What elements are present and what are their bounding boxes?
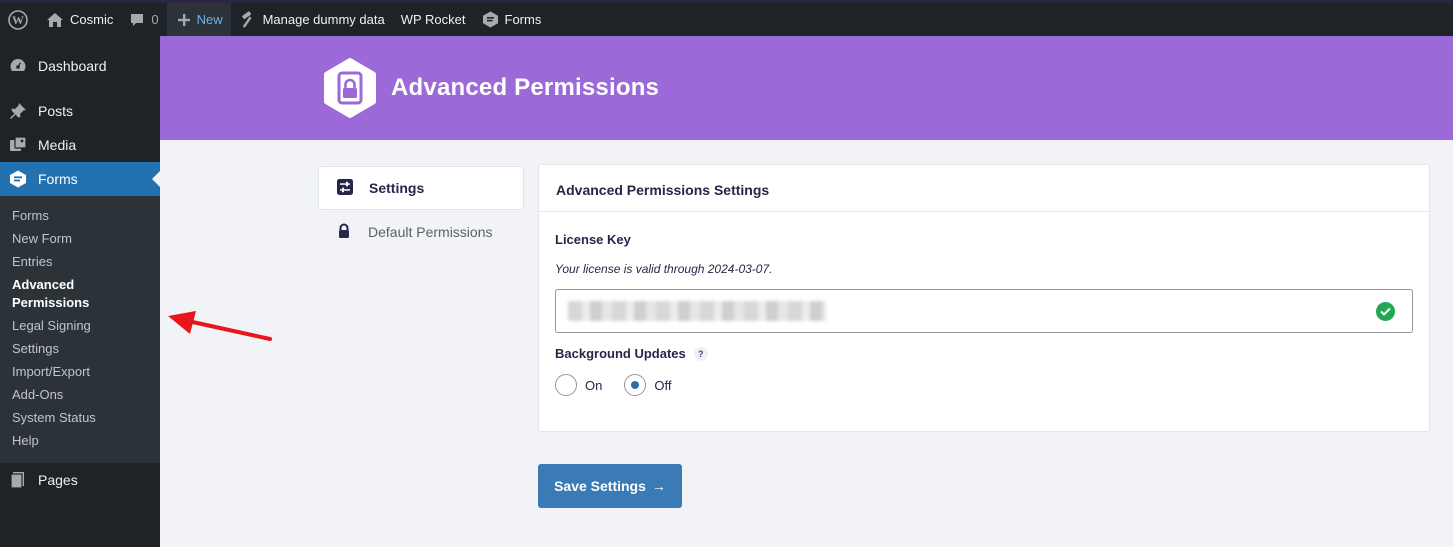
arrow-right-icon: → bbox=[651, 478, 666, 494]
radio-on-label[interactable]: On bbox=[585, 378, 602, 393]
save-settings-label: Save Settings bbox=[554, 478, 646, 494]
site-name-link[interactable]: Cosmic bbox=[38, 3, 121, 36]
radio-on[interactable] bbox=[555, 374, 577, 396]
radio-off[interactable] bbox=[624, 374, 647, 396]
sidebar-item-dashboard[interactable]: Dashboard bbox=[0, 49, 160, 83]
plugin-header: Advanced Permissions bbox=[160, 36, 1453, 140]
svg-text:W: W bbox=[12, 13, 24, 27]
sliders-icon bbox=[337, 178, 353, 198]
license-key-label: License Key bbox=[555, 232, 631, 247]
submenu-settings[interactable]: Settings bbox=[0, 340, 160, 358]
check-circle-icon bbox=[1376, 302, 1395, 321]
comments-count: 0 bbox=[151, 12, 159, 27]
advanced-permissions-logo bbox=[320, 58, 380, 118]
new-label: New bbox=[196, 12, 223, 27]
background-updates-text: Background Updates bbox=[555, 346, 686, 361]
sidebar-item-pages-label: Pages bbox=[38, 472, 78, 488]
sidebar-item-media[interactable]: Media bbox=[0, 128, 160, 162]
wp-logo-menu[interactable]: W bbox=[0, 3, 38, 36]
forms-icon bbox=[8, 169, 28, 189]
license-key-input[interactable] bbox=[555, 289, 1413, 333]
submenu-new-form[interactable]: New Form bbox=[0, 230, 160, 248]
tab-default-permissions-label: Default Permissions bbox=[368, 224, 493, 240]
hammer-icon bbox=[239, 10, 257, 29]
wordpress-icon: W bbox=[8, 9, 28, 30]
site-name: Cosmic bbox=[70, 12, 114, 27]
lock-icon bbox=[336, 223, 352, 242]
wprocket-label: WP Rocket bbox=[400, 12, 466, 27]
settings-panel: Advanced Permissions Settings License Ke… bbox=[538, 164, 1430, 432]
tab-settings-label: Settings bbox=[369, 180, 425, 196]
background-updates-label: Background Updates ? bbox=[555, 346, 708, 361]
submenu-add-ons[interactable]: Add-Ons bbox=[0, 386, 160, 404]
submenu-advanced-permissions[interactable]: Advanced Permissions bbox=[0, 276, 110, 312]
forms-submenu: Forms New Form Entries Advanced Permissi… bbox=[0, 196, 160, 463]
license-key-value-obscured bbox=[568, 301, 826, 321]
submenu-help[interactable]: Help bbox=[0, 432, 160, 450]
radio-off-label[interactable]: Off bbox=[654, 378, 671, 393]
submenu-forms[interactable]: Forms bbox=[0, 207, 160, 225]
manage-label: Manage dummy data bbox=[262, 12, 385, 27]
sidebar-item-pages[interactable]: Pages bbox=[0, 463, 160, 497]
forms-adminbar-link[interactable]: Forms bbox=[474, 3, 550, 36]
radio-off-dot bbox=[631, 381, 640, 389]
comment-icon bbox=[129, 12, 145, 28]
panel-title: Advanced Permissions Settings bbox=[539, 165, 1429, 212]
pages-icon bbox=[8, 470, 28, 490]
dashboard-icon bbox=[8, 56, 28, 76]
save-settings-button[interactable]: Save Settings → bbox=[538, 464, 682, 508]
forms-adminbar-label: Forms bbox=[504, 12, 542, 27]
tab-default-permissions[interactable]: Default Permissions bbox=[318, 210, 524, 254]
sidebar-item-posts-label: Posts bbox=[38, 103, 74, 119]
submenu-import-export[interactable]: Import/Export bbox=[0, 363, 160, 381]
plus-icon bbox=[177, 13, 191, 27]
pin-icon bbox=[8, 101, 28, 121]
background-updates-radios: On Off bbox=[555, 374, 693, 396]
tab-settings[interactable]: Settings bbox=[318, 166, 524, 210]
annotation-arrow bbox=[160, 306, 280, 352]
sidebar-item-posts[interactable]: Posts bbox=[0, 94, 160, 128]
admin-bar: W Cosmic 0 New Manage dummy data WP Rock… bbox=[0, 0, 1453, 36]
submenu-legal-signing[interactable]: Legal Signing bbox=[0, 317, 160, 335]
settings-nav: Settings Default Permissions bbox=[318, 166, 524, 254]
submenu-entries[interactable]: Entries bbox=[0, 253, 160, 271]
sidebar-item-forms[interactable]: Forms bbox=[0, 162, 160, 196]
sidebar-item-media-label: Media bbox=[38, 137, 77, 153]
media-icon bbox=[8, 135, 28, 155]
admin-sidebar: Dashboard Posts Media Forms Forms New Fo… bbox=[0, 36, 160, 547]
forms-icon bbox=[482, 11, 499, 28]
question-icon[interactable]: ? bbox=[693, 346, 708, 361]
sidebar-item-forms-label: Forms bbox=[38, 171, 78, 187]
submenu-system-status[interactable]: System Status bbox=[0, 409, 160, 427]
sidebar-item-dashboard-label: Dashboard bbox=[38, 58, 107, 74]
page-title: Advanced Permissions bbox=[391, 74, 660, 101]
wp-rocket-link[interactable]: WP Rocket bbox=[393, 3, 474, 36]
home-icon bbox=[46, 12, 64, 28]
manage-dummy-data-link[interactable]: Manage dummy data bbox=[231, 3, 393, 36]
license-validity-text: Your license is valid through 2024-03-07… bbox=[555, 262, 773, 276]
new-content-button[interactable]: New bbox=[166, 3, 231, 36]
comments-link[interactable]: 0 bbox=[121, 3, 166, 36]
